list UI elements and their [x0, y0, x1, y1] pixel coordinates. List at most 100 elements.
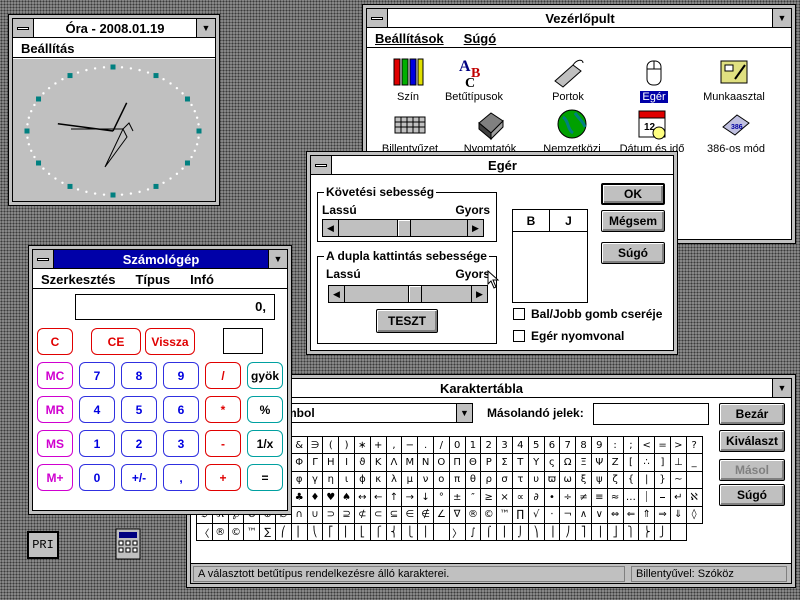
copy-button[interactable]: Másol	[719, 459, 785, 481]
select-button[interactable]: Kiválaszt	[719, 430, 785, 452]
right-arrow-icon[interactable]: ▶	[467, 220, 483, 236]
char-cell[interactable]: ∩	[291, 506, 308, 524]
calc-key-button[interactable]: =	[247, 464, 283, 491]
mouse-dialog[interactable]: Egér Követési sebesség Lassú Gyors ◀ ▶ A…	[306, 151, 678, 355]
slider-thumb[interactable]	[397, 220, 411, 236]
char-cell[interactable]: ∧	[576, 506, 592, 524]
char-cell[interactable]: 5	[528, 437, 545, 455]
left-arrow-icon[interactable]: ◀	[323, 220, 339, 236]
menu-edit[interactable]: Szerkesztés	[41, 272, 115, 287]
char-cell[interactable]: Ξ	[576, 454, 592, 472]
clock-titlebar[interactable]: Óra - 2008.01.19 ▼	[13, 19, 215, 38]
char-cell[interactable]: ↵	[670, 489, 687, 507]
control-panel-titlebar[interactable]: Vezérlőpult ▼	[367, 9, 791, 28]
char-cell[interactable]: η	[323, 471, 340, 490]
char-cell[interactable]: ∫	[465, 523, 482, 542]
char-cell[interactable]: ⎪	[418, 523, 434, 542]
char-cell[interactable]: ∑	[260, 523, 276, 542]
char-cell[interactable]: Γ	[307, 454, 324, 472]
calc-key-button[interactable]: 9	[163, 362, 199, 389]
char-cell[interactable]: ⇑	[639, 506, 656, 524]
char-cell[interactable]: ;	[623, 437, 640, 455]
swap-buttons-checkbox[interactable]: Bal/Jobb gomb cseréje	[513, 307, 662, 321]
char-cell[interactable]: ⎛	[275, 523, 292, 542]
calc-key-button[interactable]: 5	[121, 396, 157, 423]
char-cell[interactable]: ¬	[560, 506, 577, 524]
char-cell[interactable]: 〉	[449, 523, 466, 542]
calc-key-button[interactable]: 7	[79, 362, 115, 389]
char-cell[interactable]: ∼	[670, 471, 687, 490]
char-cell[interactable]: ♣	[291, 489, 308, 507]
char-cell[interactable]: 3	[497, 437, 513, 455]
cp-item-international[interactable]: Nemzetközi	[527, 107, 617, 155]
minimize-icon[interactable]: ▼	[772, 379, 791, 397]
char-cell[interactable]: ×	[497, 489, 513, 507]
dropdown-arrow-icon[interactable]: ▼	[456, 404, 472, 422]
char-cell[interactable]: ∈	[402, 506, 419, 524]
char-cell[interactable]: }	[655, 471, 671, 490]
memory-recall-button[interactable]: MR	[37, 396, 73, 423]
char-cell[interactable]: |	[639, 471, 656, 490]
char-cell[interactable]: =	[655, 437, 671, 455]
char-cell[interactable]: ?	[686, 437, 703, 455]
char-cell[interactable]: _	[686, 454, 703, 472]
clear-entry-button[interactable]: CE	[91, 328, 141, 355]
right-arrow-icon[interactable]: ▶	[471, 286, 487, 302]
char-cell[interactable]: ⇔	[607, 506, 624, 524]
char-cell[interactable]: ⎧	[370, 523, 387, 542]
char-cell[interactable]: ,	[386, 437, 403, 455]
char-cell[interactable]: υ	[528, 471, 545, 490]
calc-key-button[interactable]: 2	[121, 430, 157, 457]
calculator-titlebar[interactable]: Számológép ▼	[33, 250, 287, 269]
clock-window[interactable]: Óra - 2008.01.19 ▼ Beállítás	[8, 14, 220, 206]
char-cell[interactable]: ⎜	[291, 523, 308, 542]
char-cell[interactable]: (	[323, 437, 340, 455]
char-cell[interactable]: Ψ	[591, 454, 608, 472]
char-cell[interactable]: Τ	[512, 454, 529, 472]
char-cell[interactable]: ]	[655, 454, 671, 472]
cp-item-fonts[interactable]: ABC Betűtípusok	[429, 55, 519, 103]
double-click-slider[interactable]: ◀ ▶	[328, 285, 488, 303]
char-cell[interactable]: Ρ	[481, 454, 498, 472]
char-cell[interactable]	[433, 523, 450, 542]
char-cell[interactable]: ⋅	[544, 506, 561, 524]
char-cell[interactable]: ς	[544, 454, 561, 472]
char-cell[interactable]: ⇒	[655, 506, 671, 524]
char-cell[interactable]: ν	[418, 471, 434, 490]
char-cell[interactable]: ⎦	[607, 523, 624, 542]
char-cell[interactable]: 1	[465, 437, 482, 455]
char-cell[interactable]: •	[544, 489, 561, 507]
char-cell[interactable]: ∝	[512, 489, 529, 507]
close-button[interactable]: Bezár	[719, 403, 785, 425]
char-cell[interactable]: ⊂	[370, 506, 387, 524]
char-cell[interactable]: ≈	[607, 489, 624, 507]
left-arrow-icon[interactable]: ◀	[329, 286, 345, 302]
char-cell[interactable]: ⎤	[576, 523, 592, 542]
char-cell[interactable]: ⌠	[481, 523, 498, 542]
cancel-button[interactable]: Mégsem	[601, 210, 665, 232]
char-cell[interactable]: φ	[291, 471, 308, 490]
calc-key-button[interactable]: -	[205, 430, 241, 457]
char-cell[interactable]: ∉	[418, 506, 434, 524]
system-menu-icon[interactable]	[33, 250, 54, 268]
char-cell[interactable]: ⇓	[670, 506, 687, 524]
char-cell[interactable]: ⊇	[339, 506, 355, 524]
char-cell[interactable]: ≠	[576, 489, 592, 507]
char-cell[interactable]: ⏐	[639, 489, 656, 507]
char-cell[interactable]: +	[370, 437, 387, 455]
calc-key-button[interactable]: %	[247, 396, 283, 423]
char-cell[interactable]: /	[433, 437, 450, 455]
char-cell[interactable]: ∇	[449, 506, 466, 524]
backspace-button[interactable]: Vissza	[145, 328, 195, 355]
char-cell[interactable]: μ	[402, 471, 419, 490]
char-cell[interactable]: ℵ	[686, 489, 703, 507]
tracking-speed-slider[interactable]: ◀ ▶	[322, 219, 484, 237]
char-cell[interactable]: ♦	[307, 489, 324, 507]
char-cell[interactable]: ⊥	[670, 454, 687, 472]
char-cell[interactable]: Ι	[339, 454, 355, 472]
help-button[interactable]: Súgó	[601, 242, 665, 264]
char-cell[interactable]: ϖ	[544, 471, 561, 490]
char-cell[interactable]: ⎬	[639, 523, 656, 542]
char-cell[interactable]: ⎞	[528, 523, 545, 542]
char-cell[interactable]: κ	[370, 471, 387, 490]
